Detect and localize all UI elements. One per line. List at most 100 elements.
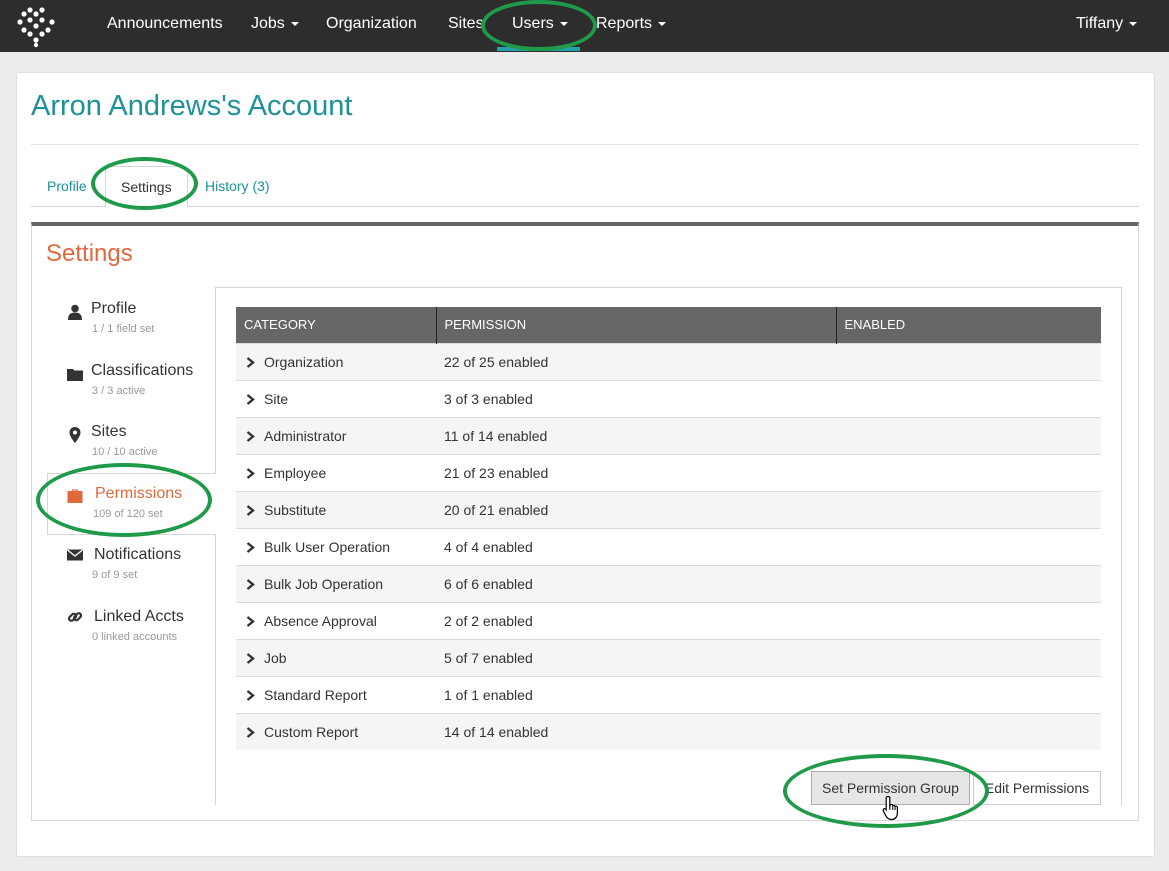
edit-permissions-button[interactable]: Edit Permissions	[973, 771, 1101, 805]
nav-announcements[interactable]: Announcements	[107, 0, 223, 48]
settings-heading: Settings	[46, 240, 133, 267]
permission-cell: 14 of 14 enabled	[436, 712, 836, 750]
category-cell[interactable]: Bulk Job Operation	[236, 564, 436, 602]
category-cell[interactable]: Standard Report	[236, 675, 436, 713]
permission-cell: 2 of 2 enabled	[436, 601, 836, 639]
active-nav-indicator	[497, 47, 580, 51]
category-label: Employee	[264, 464, 327, 481]
column-header-enabled[interactable]: ENABLED	[835, 307, 1101, 343]
permission-cell: 22 of 25 enabled	[436, 342, 836, 380]
table-row[interactable]: Employee 21 of 23 enabled	[236, 453, 1101, 491]
category-cell[interactable]: Employee	[236, 453, 436, 491]
category-cell[interactable]: Administrator	[236, 416, 436, 454]
table-row[interactable]: Organization 22 of 25 enabled	[236, 342, 1101, 380]
enabled-cell	[836, 527, 1101, 565]
menu-label: Linked Accts	[94, 608, 184, 625]
tab-settings[interactable]: Settings	[105, 166, 188, 207]
category-cell[interactable]: Substitute	[236, 490, 436, 528]
menu-label: Notifications	[94, 546, 182, 563]
category-cell[interactable]: Job	[236, 638, 436, 676]
enabled-cell	[836, 675, 1101, 713]
table-row[interactable]: Absence Approval 2 of 2 enabled	[236, 601, 1101, 639]
chevron-right-icon	[246, 467, 255, 479]
nav-organization[interactable]: Organization	[326, 0, 417, 48]
permission-cell: 4 of 4 enabled	[436, 527, 836, 565]
page-title: Arron Andrews's Account	[31, 90, 353, 122]
chevron-right-icon	[246, 430, 255, 442]
nav-sites[interactable]: Sites	[448, 0, 484, 48]
caret-down-icon	[658, 21, 667, 26]
chevron-right-icon	[246, 615, 255, 627]
enabled-cell	[836, 379, 1101, 417]
menu-sublabel: 1 / 1 field set	[92, 323, 155, 335]
enabled-cell	[836, 453, 1101, 491]
column-header-permission[interactable]: PERMISSION	[435, 307, 836, 343]
permission-cell: 6 of 6 enabled	[436, 564, 836, 602]
permission-cell: 5 of 7 enabled	[436, 638, 836, 676]
chevron-right-icon	[246, 726, 255, 738]
category-cell[interactable]: Custom Report	[236, 712, 436, 750]
briefcase-icon	[67, 489, 83, 503]
chevron-right-icon	[246, 578, 255, 590]
permission-cell: 1 of 1 enabled	[436, 675, 836, 713]
settings-menu-permissions[interactable]: Permissions 109 of 120 set	[47, 473, 216, 535]
menu-sublabel: 10 / 10 active	[92, 446, 158, 458]
caret-down-icon	[1129, 21, 1138, 26]
link-icon	[67, 612, 83, 622]
permission-cell: 11 of 14 enabled	[436, 416, 836, 454]
table-row[interactable]: Bulk User Operation 4 of 4 enabled	[236, 527, 1101, 565]
category-cell[interactable]: Site	[236, 379, 436, 417]
nav-announcements-label: Announcements	[107, 15, 223, 32]
menu-sublabel: 9 of 9 set	[92, 569, 138, 581]
envelope-icon	[67, 549, 83, 561]
user-name: Tiffany	[1076, 15, 1124, 32]
category-cell[interactable]: Organization	[236, 342, 436, 380]
chevron-right-icon	[246, 393, 255, 405]
user-icon	[68, 304, 82, 320]
table-row[interactable]: Site 3 of 3 enabled	[236, 379, 1101, 417]
permission-cell: 3 of 3 enabled	[436, 379, 836, 417]
category-label: Custom Report	[264, 723, 359, 740]
category-label: Administrator	[264, 427, 347, 444]
menu-label: Profile	[91, 300, 137, 317]
table-row[interactable]: Bulk Job Operation 6 of 6 enabled	[236, 564, 1101, 602]
chevron-right-icon	[246, 541, 255, 553]
tab-history[interactable]: History (3)	[205, 166, 270, 207]
nav-reports[interactable]: Reports	[596, 0, 667, 48]
logo-icon[interactable]	[14, 4, 58, 48]
settings-menu-profile[interactable]: Profile 1 / 1 field set	[47, 300, 216, 362]
settings-menu-linked-accts[interactable]: Linked Accts 0 linked accounts	[47, 608, 216, 670]
table-row[interactable]: Substitute 20 of 21 enabled	[236, 490, 1101, 528]
permissions-table: CATEGORY PERMISSION ENABLED Organization…	[236, 307, 1101, 750]
chevron-right-icon	[246, 652, 255, 664]
table-row[interactable]: Administrator 11 of 14 enabled	[236, 416, 1101, 454]
table-header-row: CATEGORY PERMISSION ENABLED	[236, 307, 1101, 343]
category-label: Substitute	[264, 501, 327, 518]
table-row[interactable]: Standard Report 1 of 1 enabled	[236, 675, 1101, 713]
category-cell[interactable]: Absence Approval	[236, 601, 436, 639]
divider	[31, 144, 1139, 145]
settings-menu-notifications[interactable]: Notifications 9 of 9 set	[47, 546, 216, 608]
category-label: Standard Report	[264, 686, 367, 703]
menu-sublabel: 109 of 120 set	[93, 508, 163, 520]
column-header-category[interactable]: CATEGORY	[236, 307, 436, 343]
folder-icon	[67, 369, 83, 381]
permission-cell: 21 of 23 enabled	[436, 453, 836, 491]
tab-profile[interactable]: Profile	[47, 166, 87, 207]
menu-sublabel: 0 linked accounts	[92, 631, 177, 643]
nav-jobs[interactable]: Jobs	[251, 0, 299, 48]
category-cell[interactable]: Bulk User Operation	[236, 527, 436, 565]
table-row[interactable]: Job 5 of 7 enabled	[236, 638, 1101, 676]
nav-users[interactable]: Users	[512, 0, 568, 48]
user-menu[interactable]: Tiffany	[1076, 0, 1138, 48]
nav-reports-label: Reports	[596, 15, 653, 32]
settings-menu-classifications[interactable]: Classifications 3 / 3 active	[47, 362, 216, 424]
map-marker-icon	[69, 427, 81, 443]
nav-users-label: Users	[512, 15, 554, 32]
enabled-cell	[836, 342, 1101, 380]
table-row[interactable]: Custom Report 14 of 14 enabled	[236, 712, 1101, 750]
category-label: Organization	[264, 353, 344, 370]
chevron-right-icon	[246, 504, 255, 516]
enabled-cell	[836, 712, 1101, 750]
category-label: Bulk Job Operation	[264, 575, 384, 592]
